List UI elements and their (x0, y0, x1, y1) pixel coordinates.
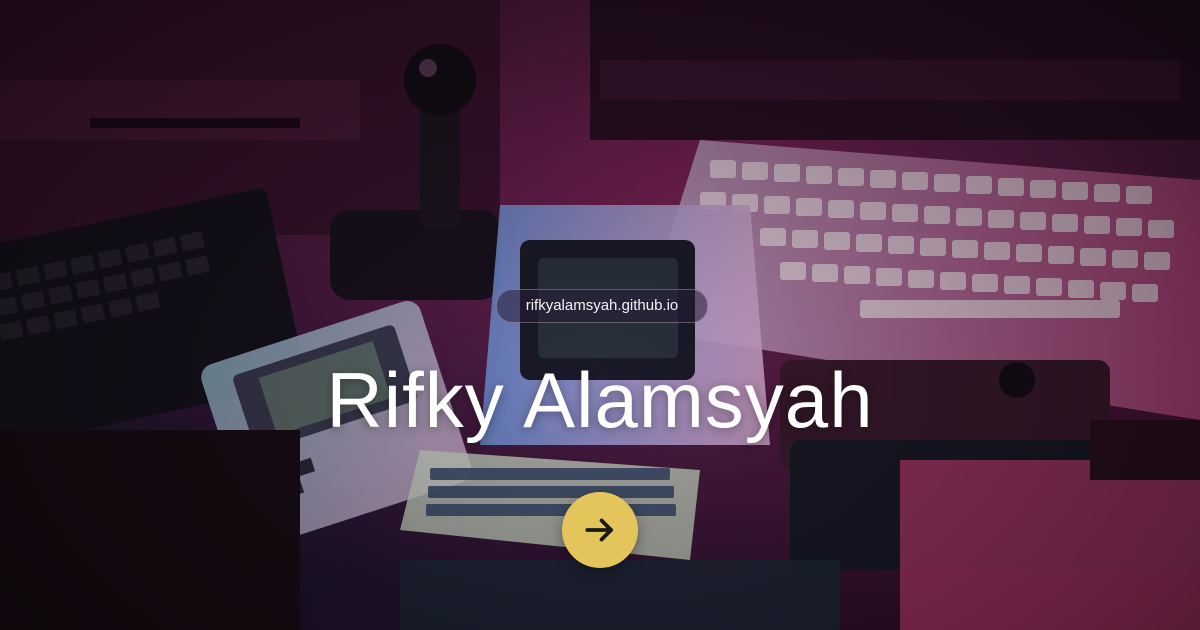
arrow-right-icon (585, 518, 613, 542)
site-url-badge: rifkyalamsyah.github.io (496, 289, 708, 323)
enter-site-button[interactable] (562, 492, 638, 568)
page-title: Rifky Alamsyah (326, 356, 874, 444)
